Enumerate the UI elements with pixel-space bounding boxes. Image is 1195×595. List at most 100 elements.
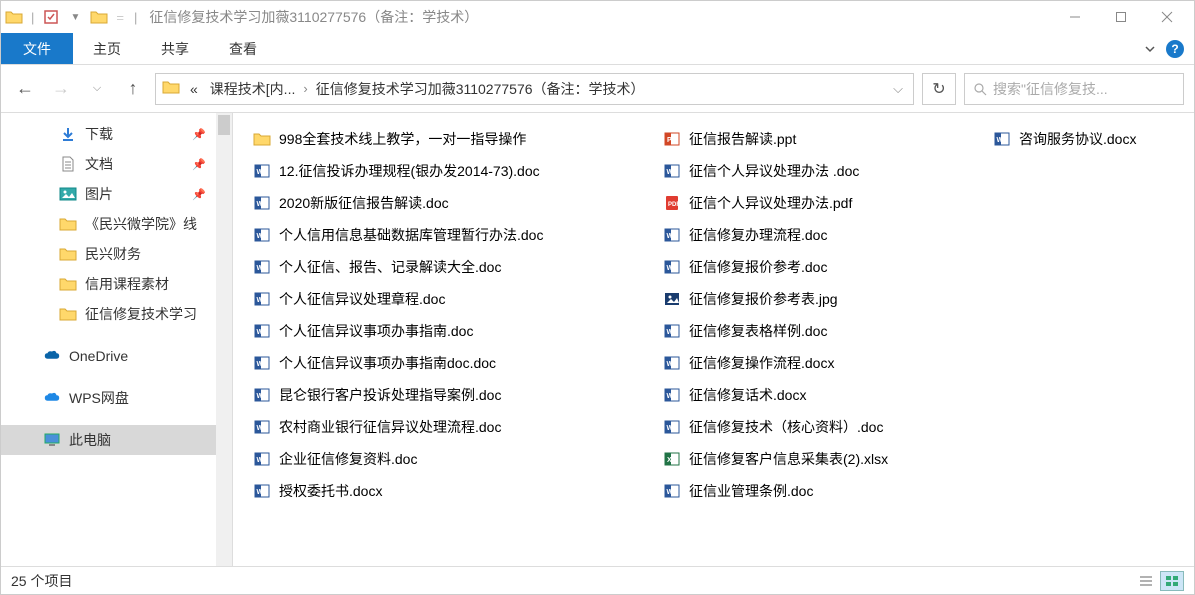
properties-icon[interactable] [42,8,60,26]
view-details-button[interactable] [1134,571,1158,591]
download-icon [59,125,77,143]
help-icon[interactable]: ? [1166,40,1184,58]
up-button[interactable]: ↑ [119,75,147,103]
word-icon: W [253,194,271,212]
tab-home[interactable]: 主页 [73,33,141,64]
qat-separator: | [31,10,34,25]
sidebar-scrollbar[interactable] [216,113,232,566]
file-item[interactable]: W2020新版征信报告解读.doc [249,187,629,219]
folder-icon [90,8,108,26]
breadcrumb-1[interactable]: 课程技术[内... [206,79,300,99]
sidebar-item-4[interactable]: 民兴财务 [1,239,232,269]
address-bar: ← → ⌵ ↑ « 课程技术[内... › 征信修复技术学习加薇31102775… [1,65,1194,113]
forward-button[interactable]: → [47,75,75,103]
sidebar-item-0[interactable]: 下载📌 [1,119,232,149]
sidebar-item-2[interactable]: 图片 📌 [1,179,232,209]
file-item[interactable]: W咨询服务协议.docx [989,123,1189,155]
file-item[interactable]: P征信报告解读.ppt [659,123,959,155]
sidebar-item-label: 民兴财务 [85,244,141,264]
file-item[interactable]: X征信修复客户信息采集表(2).xlsx [659,443,959,475]
file-item[interactable]: PDF征信个人异议处理办法.pdf [659,187,959,219]
sidebar-item-5[interactable]: 信用课程素材 [1,269,232,299]
recent-dropdown[interactable]: ⌵ [83,75,111,103]
address-input[interactable]: « 课程技术[内... › 征信修复技术学习加薇3110277576（备注：学技… [155,73,914,105]
chevron-down-icon[interactable]: ⌵ [887,81,909,97]
tab-file[interactable]: 文件 [1,33,73,64]
view-icons-button[interactable] [1160,571,1184,591]
minimize-button[interactable] [1052,1,1098,33]
sidebar-item-8[interactable]: OneDrive [1,341,232,371]
wordx-icon: W [663,386,681,404]
item-count: 25 个项目 [11,571,72,591]
file-item[interactable]: W征信个人异议处理办法 .doc [659,155,959,187]
svg-text:X: X [667,457,672,464]
svg-text:W: W [257,361,264,368]
sidebar-item-3[interactable]: 《民兴微学院》线 [1,209,232,239]
search-box[interactable] [964,73,1184,105]
ribbon-expand-icon[interactable] [1144,43,1156,55]
file-item[interactable]: W征信业管理条例.doc [659,475,959,507]
file-name: 个人征信异议事项办事指南.doc [279,321,473,341]
file-item[interactable]: W 授权委托书.docx [249,475,629,507]
file-item[interactable]: W农村商业银行征信异议处理流程.doc [249,411,629,443]
file-item[interactable]: W征信修复话术.docx [659,379,959,411]
sidebar-item-label: OneDrive [69,348,128,364]
sidebar-item-12[interactable]: 此电脑 [1,425,232,455]
breadcrumb-prefix[interactable]: « [186,81,202,97]
file-item[interactable]: W征信修复技术（核心资料）.doc [659,411,959,443]
search-input[interactable] [993,81,1175,97]
file-name: 授权委托书.docx [279,481,382,501]
file-item[interactable]: W征信修复操作流程.docx [659,347,959,379]
pin-icon: 📌 [192,188,206,201]
breadcrumb-2[interactable]: 征信修复技术学习加薇3110277576（备注：学技术） [312,79,649,99]
thispc-icon [43,431,61,449]
chevron-down-icon[interactable]: ▼ [66,8,84,26]
file-name: 征信修复表格样例.doc [689,321,827,341]
window-title: 征信修复技术学习加薇3110277576（备注：学技术） [149,7,478,27]
file-item[interactable]: W 征信修复表格样例.doc [659,315,959,347]
file-item[interactable]: W个人征信、报告、记录解读大全.doc [249,251,629,283]
file-name: 征信修复操作流程.docx [689,353,834,373]
wps-icon [43,389,61,407]
tab-view[interactable]: 查看 [209,33,277,64]
sidebar-item-10[interactable]: WPS网盘 [1,383,232,413]
file-item[interactable]: W企业征信修复资料.doc [249,443,629,475]
wordx-icon: W [993,130,1011,148]
file-item[interactable]: W个人征信异议处理章程.doc [249,283,629,315]
file-item[interactable]: 998全套技术线上教学，一对一指导操作 [249,123,629,155]
svg-text:W: W [257,265,264,272]
svg-text:W: W [997,137,1004,144]
svg-text:W: W [257,201,264,208]
word-icon: W [663,418,681,436]
breadcrumb-separator[interactable]: › [303,81,307,96]
pin-icon: 📌 [192,128,206,141]
document-icon [59,155,77,173]
word-icon: W [663,322,681,340]
word-icon: W [253,226,271,244]
maximize-button[interactable] [1098,1,1144,33]
pictures-icon [59,185,77,203]
sidebar-item-label: 征信修复技术学习 [85,304,197,324]
file-item[interactable]: W 个人信用信息基础数据库管理暂行办法.doc [249,219,629,251]
file-item[interactable]: 征信修复报价参考表.jpg [659,283,959,315]
file-name: 个人信用信息基础数据库管理暂行办法.doc [279,225,543,245]
svg-text:W: W [257,489,264,496]
file-item[interactable]: W个人征信异议事项办事指南doc.doc [249,347,629,379]
refresh-button[interactable]: ↻ [922,73,956,105]
file-item[interactable]: W 个人征信异议事项办事指南.doc [249,315,629,347]
tab-share[interactable]: 共享 [141,33,209,64]
back-button[interactable]: ← [11,75,39,103]
svg-text:W: W [257,329,264,336]
sidebar-item-1[interactable]: 文档📌 [1,149,232,179]
jpg-icon [663,290,681,308]
close-button[interactable] [1144,1,1190,33]
file-list[interactable]: 998全套技术线上教学，一对一指导操作W12.征信投诉办理规程(银办发2014-… [233,113,1194,566]
file-item[interactable]: W昆仑银行客户投诉处理指导案例.doc [249,379,629,411]
file-item[interactable]: W征信修复办理流程.doc [659,219,959,251]
file-item[interactable]: W征信修复报价参考.doc [659,251,959,283]
word-icon: W [253,162,271,180]
titlebar-left: | ▼ = | 征信修复技术学习加薇3110277576（备注：学技术） [5,7,1052,27]
file-item[interactable]: W12.征信投诉办理规程(银办发2014-73).doc [249,155,629,187]
sidebar-item-6[interactable]: 征信修复技术学习 [1,299,232,329]
sidebar-item-label: 图片 [85,184,113,204]
